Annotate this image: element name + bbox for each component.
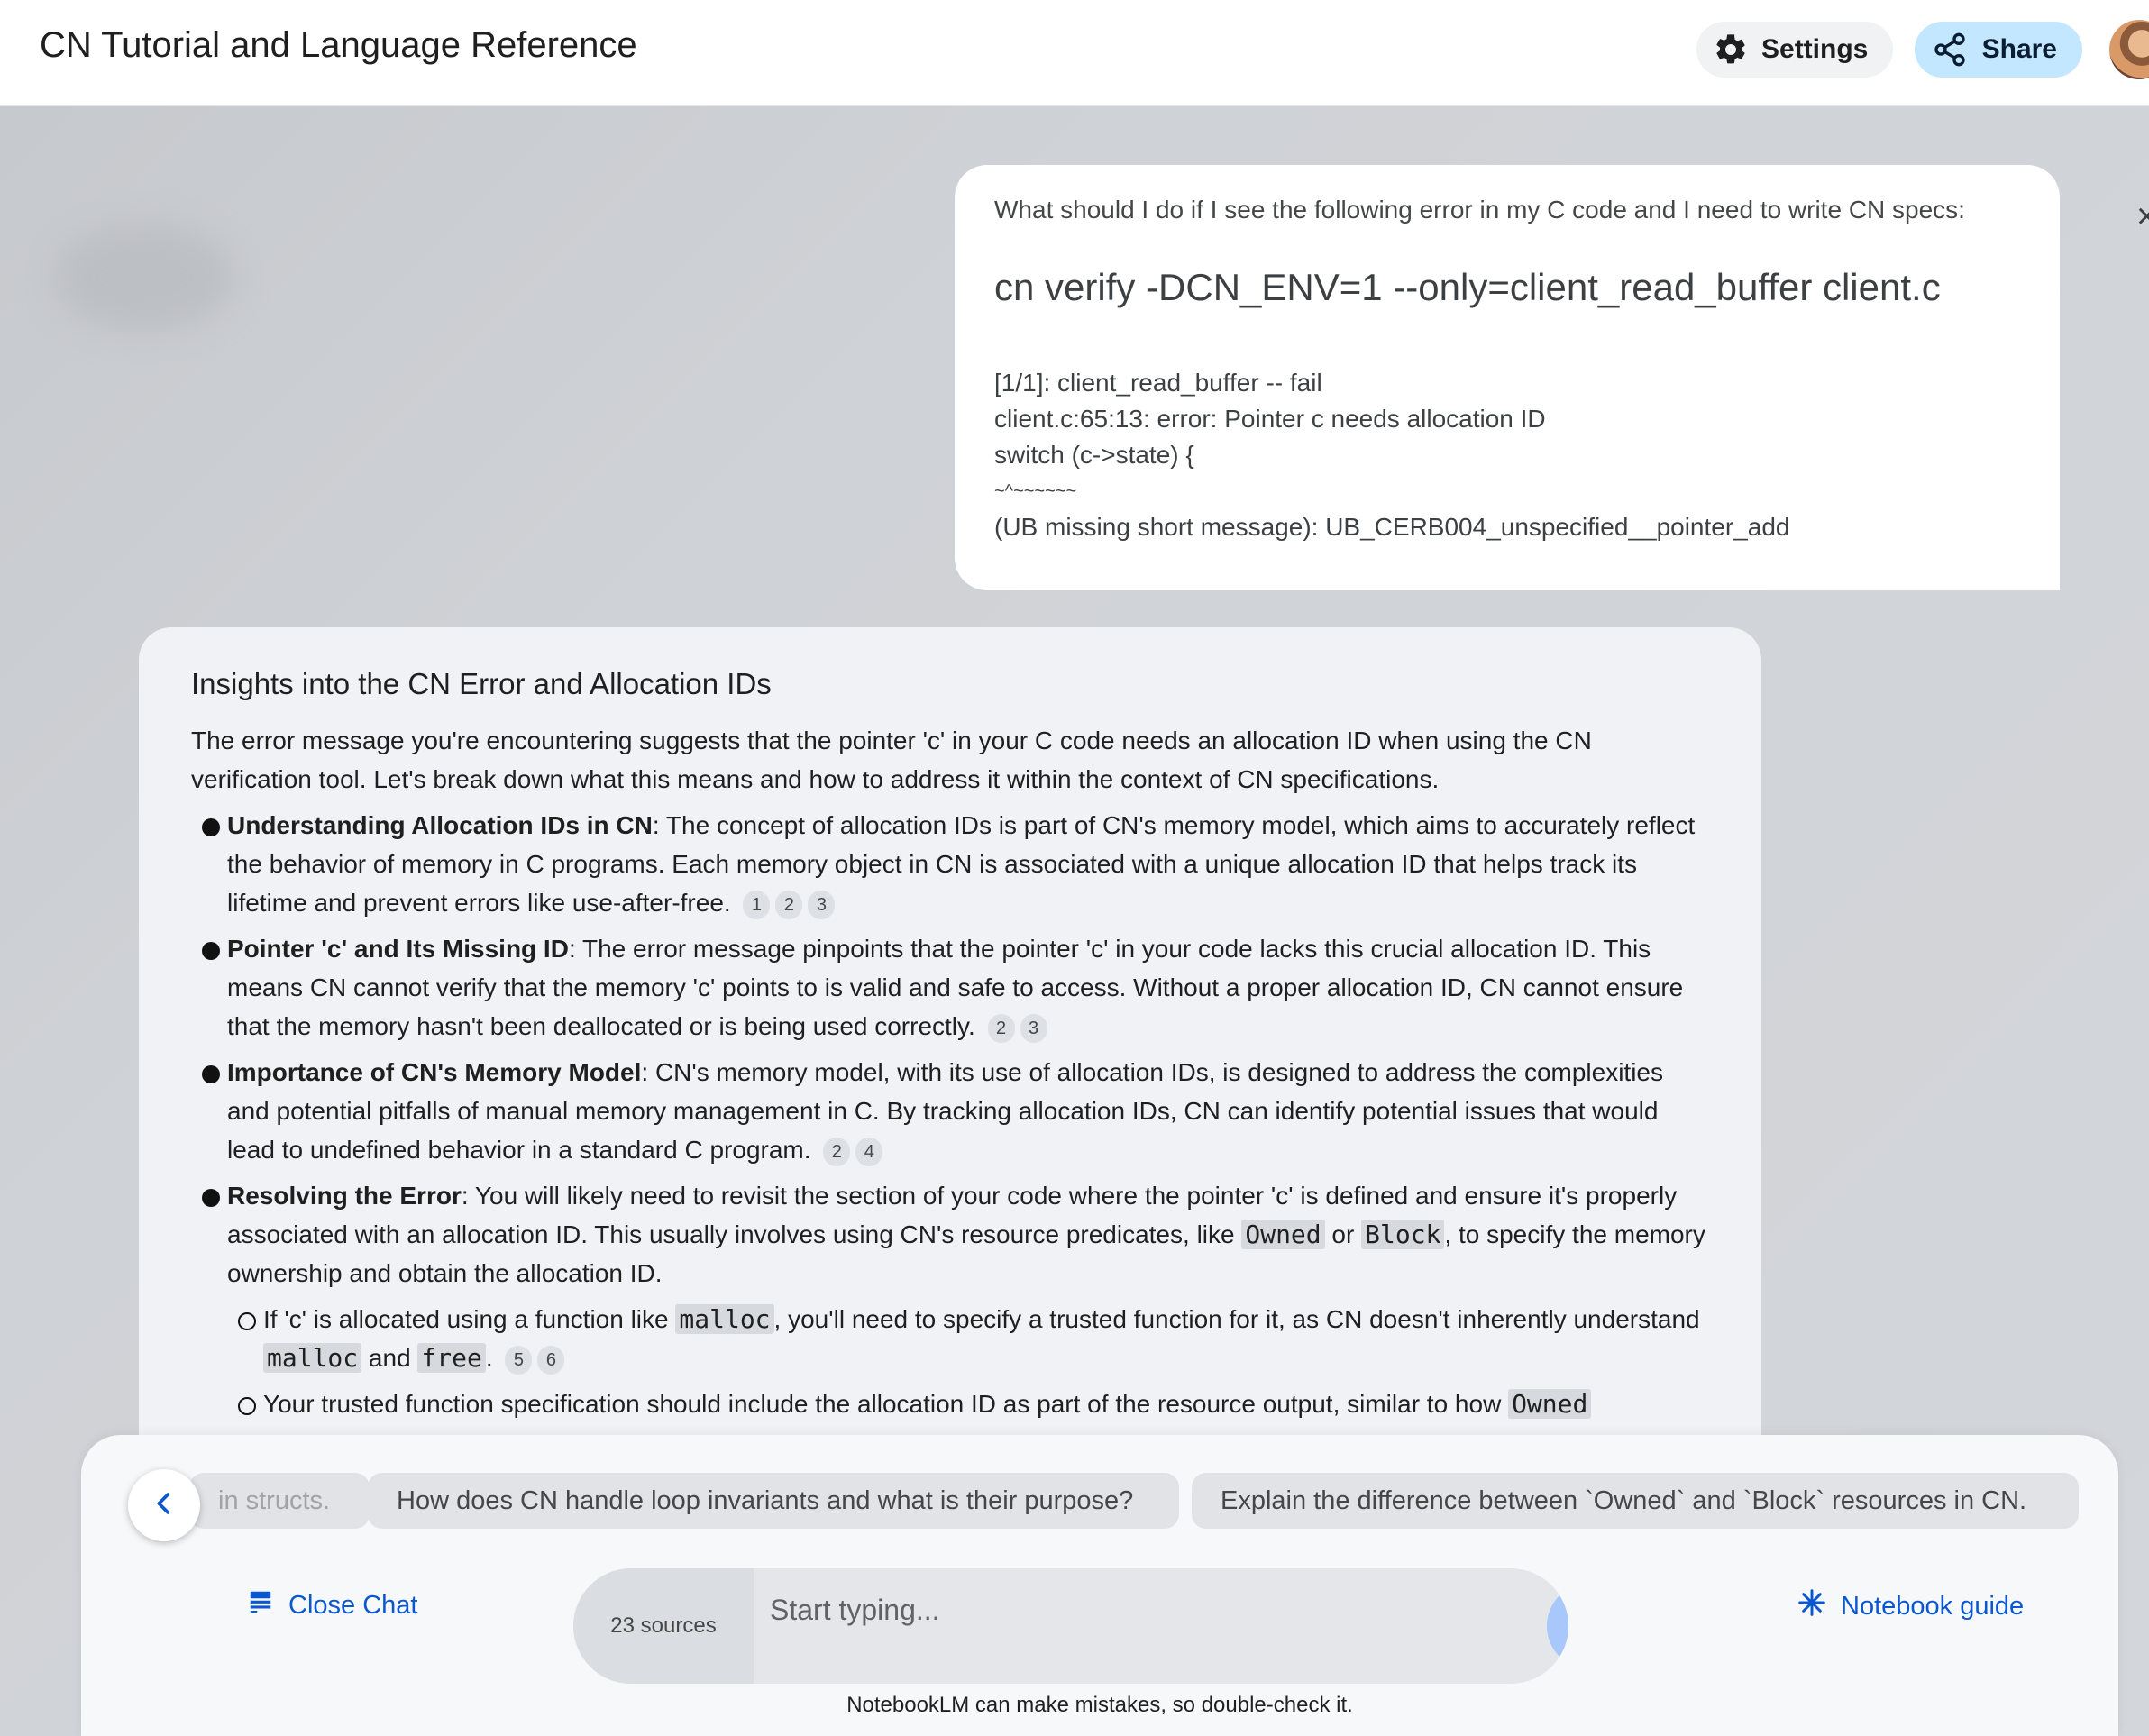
citation-badge[interactable]: 1: [743, 890, 771, 919]
settings-button[interactable]: Settings: [1696, 22, 1893, 78]
inline-code: malloc: [675, 1304, 774, 1334]
citation-badge[interactable]: 6: [537, 1345, 565, 1375]
bullet-heading: Importance of CN's Memory Model: [227, 1058, 642, 1086]
response-intro: The error message you're encountering su…: [191, 726, 1592, 793]
close-icon[interactable]: ×: [2136, 196, 2149, 237]
gear-icon: [1713, 30, 1749, 69]
suggested-question-chip[interactable]: How does CN handle loop invariants and w…: [368, 1473, 1179, 1529]
inline-code: malloc: [263, 1343, 362, 1373]
notebook-title[interactable]: CN Tutorial and Language Reference: [40, 25, 637, 66]
notebook-guide-label: Notebook guide: [1841, 1591, 2025, 1621]
suggested-question-chip[interactable]: Explain the difference between `Owned` a…: [1192, 1473, 2079, 1529]
log-line: switch (c->state) {: [994, 441, 1194, 469]
response-title: Insights into the CN Error and Allocatio…: [191, 667, 772, 700]
log-line: [1/1]: client_read_buffer -- fail: [994, 369, 1322, 397]
sub-bullet-text: If 'c' is allocated using a function lik…: [263, 1305, 676, 1333]
list-item: Pointer 'c' and Its Missing ID: The erro…: [191, 929, 1709, 1046]
bullet-icon: [202, 818, 220, 836]
bullet-icon: [202, 1065, 220, 1083]
citation-badge[interactable]: 4: [855, 1137, 883, 1166]
inline-code: Owned: [1508, 1389, 1592, 1419]
chat-panel-icon: [247, 1588, 274, 1622]
citation-badge[interactable]: 2: [775, 890, 803, 919]
sub-bullet-icon: [238, 1312, 256, 1330]
bullet-text: or: [1324, 1220, 1362, 1248]
bullet-heading: Pointer 'c' and Its Missing ID: [227, 935, 569, 963]
sub-bullet-text: Your trusted function specification shou…: [263, 1390, 1509, 1418]
inline-code: Owned: [1241, 1220, 1325, 1249]
list-item: Resolving the Error: You will likely nee…: [191, 1176, 1709, 1293]
avatar[interactable]: [2109, 20, 2149, 79]
chat-input-container: 23 sources: [573, 1568, 1568, 1684]
user-message: What should I do if I see the following …: [955, 165, 2060, 590]
list-item: Importance of CN's Memory Model: CN's me…: [191, 1053, 1709, 1169]
suggestions-scroll-left-button[interactable]: [128, 1469, 200, 1541]
citation-badge[interactable]: 2: [987, 1013, 1015, 1043]
log-line: client.c:65:13: error: Pointer c needs a…: [994, 405, 1546, 433]
sparkle-icon: [1797, 1588, 1826, 1624]
sub-bullet-text: , you'll need to specify a trusted funct…: [773, 1305, 1700, 1333]
citation-badge[interactable]: 5: [505, 1345, 533, 1375]
share-label: Share: [1981, 34, 2057, 64]
chevron-left-icon: [149, 1488, 179, 1523]
share-button[interactable]: Share: [1915, 22, 2082, 78]
background-blur: [54, 224, 234, 332]
disclaimer-text: NotebookLM can make mistakes, so double-…: [846, 1693, 1353, 1717]
app-header: CN Tutorial and Language Reference Setti…: [0, 0, 2149, 106]
settings-label: Settings: [1761, 34, 1869, 64]
close-chat-label: Close Chat: [288, 1590, 418, 1620]
send-button[interactable]: [1547, 1583, 1568, 1669]
sub-list-item: Your trusted function specification shou…: [191, 1384, 1709, 1423]
bullet-heading: Understanding Allocation IDs in CN: [227, 811, 653, 839]
sub-bullet-text: .: [485, 1344, 493, 1372]
sub-list-item: If 'c' is allocated using a function lik…: [191, 1300, 1709, 1377]
bullet-icon: [202, 1189, 220, 1207]
chat-input[interactable]: [754, 1568, 1457, 1684]
notebook-guide-button[interactable]: Notebook guide: [1797, 1588, 2024, 1624]
list-item: Understanding Allocation IDs in CN: The …: [191, 806, 1709, 922]
inline-code: Block: [1361, 1220, 1445, 1249]
citation-badge[interactable]: 3: [1020, 1013, 1047, 1043]
suggested-question-chip[interactable]: in structs.: [189, 1473, 370, 1529]
close-chat-button[interactable]: Close Chat: [247, 1588, 417, 1622]
inline-code: free: [417, 1343, 486, 1373]
citation-badge[interactable]: 3: [808, 890, 836, 919]
user-question: What should I do if I see the following …: [994, 196, 1965, 224]
sources-count-chip[interactable]: 23 sources: [573, 1568, 754, 1684]
sub-bullet-text: and: [361, 1344, 418, 1372]
log-line: (UB missing short message): UB_CERB004_u…: [994, 513, 1790, 541]
chat-composer: in structs. How does CN handle loop inva…: [81, 1435, 2118, 1736]
bullet-icon: [202, 942, 220, 960]
log-line: ~^~~~~~~: [994, 481, 1077, 501]
error-log: [1/1]: client_read_buffer -- fail client…: [994, 365, 2020, 545]
user-command: cn verify -DCN_ENV=1 --only=client_read_…: [994, 266, 1941, 308]
sub-bullet-icon: [238, 1397, 256, 1415]
citation-badge[interactable]: 2: [823, 1137, 851, 1166]
bullet-heading: Resolving the Error: [227, 1182, 462, 1210]
share-icon: [1931, 30, 1970, 69]
